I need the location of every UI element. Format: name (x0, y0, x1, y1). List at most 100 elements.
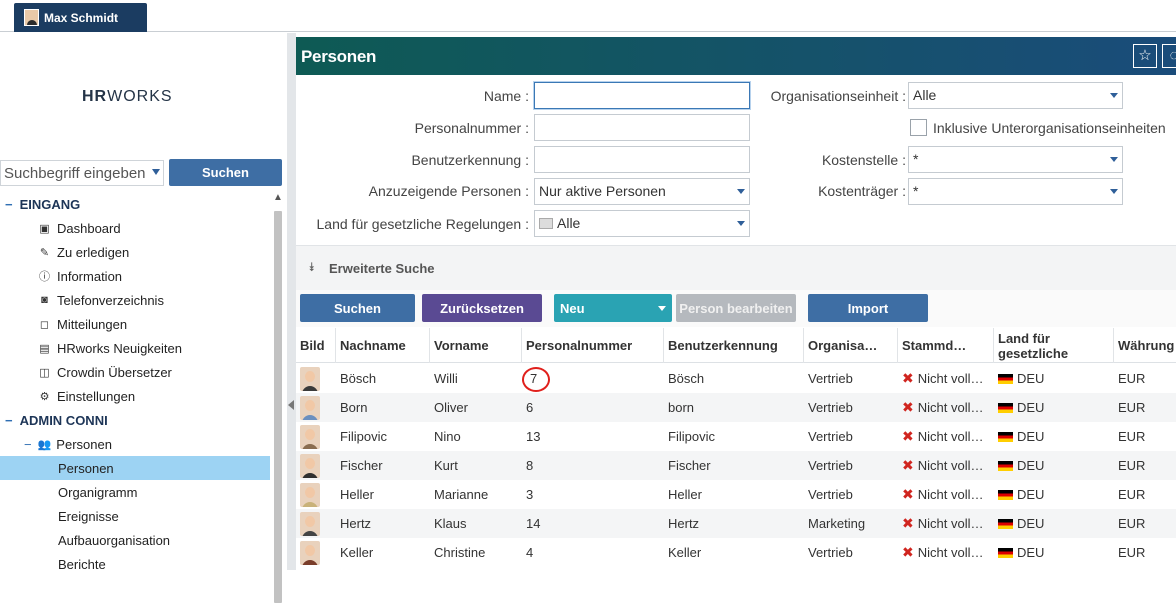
germany-flag-icon (998, 489, 1013, 500)
cell-organisation: Vertrieb (808, 371, 853, 386)
page-header: Personen ☆ ◌ (296, 37, 1176, 75)
germany-flag-icon (998, 547, 1013, 558)
new-button[interactable]: Neu (554, 294, 672, 322)
col-bild[interactable]: Bild (296, 328, 336, 363)
germany-flag-icon (998, 518, 1013, 529)
nav-group-personen[interactable]: − 👥 Personen (0, 432, 270, 456)
translate-icon: ◫ (39, 366, 50, 379)
nav-item-berichte[interactable]: Berichte (0, 552, 270, 576)
cell-waehrung: EUR (1118, 371, 1146, 386)
inklusive-checkbox[interactable] (910, 119, 927, 136)
sidebar-search-select[interactable]: Suchbegriff eingeben (0, 160, 164, 186)
orgeinheit-select[interactable]: Alle (908, 82, 1123, 109)
user-tab[interactable]: Max Schmidt (14, 3, 147, 32)
name-input[interactable] (534, 82, 750, 109)
person-photo[interactable] (300, 511, 320, 536)
col-organisation[interactable]: Organisa… (804, 328, 898, 363)
cell-benutzerkennung: Keller (668, 545, 702, 560)
person-photo[interactable] (300, 395, 320, 420)
person-photo[interactable] (300, 540, 320, 565)
table-row[interactable]: Born Oliver 6 born Vertrieb ✖ Nicht voll… DEU EU… (296, 393, 1176, 422)
cell-waehrung: EUR (1118, 429, 1146, 444)
cell-vorname: Klaus (434, 516, 467, 531)
nav-item-personen[interactable]: Personen (0, 456, 270, 480)
nav-item-organigramm[interactable]: Organigramm (0, 480, 270, 504)
cell-personalnummer: 7 (522, 364, 664, 393)
cell-land: DEU (994, 393, 1114, 422)
chevron-double-down-icon: ⯯ (308, 260, 316, 274)
person-photo[interactable] (300, 366, 320, 391)
cell-waehrung: EUR (1118, 458, 1146, 473)
person-photo[interactable] (300, 424, 320, 449)
cell-nachname: Filipovic (340, 429, 387, 444)
kostentraeger-select[interactable]: * (908, 178, 1123, 205)
col-land[interactable]: Land für gesetzliche (994, 328, 1114, 363)
benutzerkennung-input[interactable] (534, 146, 750, 173)
collapse-icon[interactable]: − (5, 413, 13, 428)
nav-item-crowdin[interactable]: ◫ Crowdin Übersetzer (0, 360, 270, 384)
person-photo[interactable] (300, 453, 320, 478)
collapse-icon[interactable]: − (24, 437, 32, 452)
cell-vorname: Marianne (434, 487, 489, 502)
collapse-sidebar-icon[interactable] (288, 400, 294, 410)
cell-land: DEU (994, 509, 1114, 538)
navigation-tree: − EINGANG ▣ Dashboard ✎ Zu erledigen ⓘ I… (0, 192, 270, 576)
table-header: Bild Nachname Vorname Personalnummer Ben… (296, 328, 1176, 363)
nav-item-hrworks-neuigkeiten[interactable]: ▤ HRworks Neuigkeiten (0, 336, 270, 360)
section-admin-conni[interactable]: − ADMIN CONNI (0, 408, 270, 432)
star-icon[interactable]: ☆ (1133, 44, 1157, 68)
personalnummer-input[interactable] (534, 114, 750, 141)
cell-benutzerkennung: Heller (668, 487, 702, 502)
chevron-down-icon (737, 189, 745, 194)
nav-item-ereignisse[interactable]: Ereignisse (0, 504, 270, 528)
section-eingang[interactable]: − EINGANG (0, 192, 270, 216)
table-row[interactable]: Fischer Kurt 8 Fischer Vertrieb ✖ Nicht voll… D… (296, 451, 1176, 480)
advanced-search-toggle[interactable]: ⯯ Erweiterte Suche (296, 245, 1176, 290)
chevron-down-icon (737, 221, 745, 226)
chevron-down-icon (1110, 93, 1118, 98)
col-vorname[interactable]: Vorname (430, 328, 522, 363)
nav-item-dashboard[interactable]: ▣ Dashboard (0, 216, 270, 240)
sidebar-scrollbar[interactable] (274, 211, 282, 603)
settings-icon[interactable]: ◌ (1162, 44, 1176, 68)
col-benutzerkennung[interactable]: Benutzerkennung (664, 328, 804, 363)
cell-stammdaten: ✖ Nicht voll… (902, 515, 984, 531)
col-stammdaten[interactable]: Stammd… (898, 328, 994, 363)
table-row[interactable]: Keller Christine 4 Keller Vertrieb ✖ Nicht vol… (296, 538, 1176, 567)
col-personalnummer[interactable]: Personalnummer (522, 328, 664, 363)
cell-benutzerkennung: born (668, 400, 695, 415)
info-icon: ⓘ (39, 271, 50, 283)
table-row[interactable]: Heller Marianne 3 Heller Vertrieb ✖ Nicht voll… (296, 480, 1176, 509)
table-row[interactable]: Hertz Klaus 14 Hertz Marketing ✖ Nicht voll… DE… (296, 509, 1176, 538)
cell-bild (296, 422, 336, 451)
germany-flag-icon (998, 431, 1013, 442)
nav-item-einstellungen[interactable]: ⚙ Einstellungen (0, 384, 270, 408)
nav-item-zu-erledigen[interactable]: ✎ Zu erledigen (0, 240, 270, 264)
search-button[interactable]: Suchen (300, 294, 415, 322)
person-photo[interactable] (300, 482, 320, 507)
chevron-down-icon (1110, 189, 1118, 194)
col-waehrung[interactable]: Währung (1114, 328, 1176, 363)
nav-item-information[interactable]: ⓘ Information (0, 264, 270, 288)
import-button[interactable]: Import (808, 294, 928, 322)
nav-item-telefonverzeichnis[interactable]: ◙ Telefonverzeichnis (0, 288, 270, 312)
collapse-icon[interactable]: − (5, 197, 13, 212)
cell-waehrung: EUR (1118, 545, 1146, 560)
edit-person-button[interactable]: Person bearbeiten (676, 294, 796, 322)
germany-flag-icon (998, 402, 1013, 413)
nav-item-mitteilungen[interactable]: ◻ Mitteilungen (0, 312, 270, 336)
kostenstelle-select[interactable]: * (908, 146, 1123, 173)
germany-flag-icon (998, 373, 1013, 384)
nav-item-aufbauorganisation[interactable]: Aufbauorganisation (0, 528, 270, 552)
anzuzeigende-select[interactable]: Nur aktive Personen (534, 178, 750, 205)
scroll-up-icon[interactable]: ▲ (273, 192, 283, 206)
cell-nachname: Keller (340, 545, 374, 560)
table-row[interactable]: Bösch Willi 7 Bösch Vertrieb ✖ Nicht voll… DEU E… (296, 364, 1176, 393)
sidebar-search-button[interactable]: Suchen (169, 159, 282, 186)
reset-button[interactable]: Zurücksetzen (422, 294, 542, 322)
land-select[interactable]: Alle (534, 210, 750, 237)
table-row[interactable]: Filipovic Nino 13 Filipovic Vertrieb ✖ Nicht v… (296, 422, 1176, 451)
highlighted-number: 7 (522, 367, 550, 392)
col-nachname[interactable]: Nachname (336, 328, 430, 363)
sidebar-splitter[interactable] (287, 33, 296, 570)
